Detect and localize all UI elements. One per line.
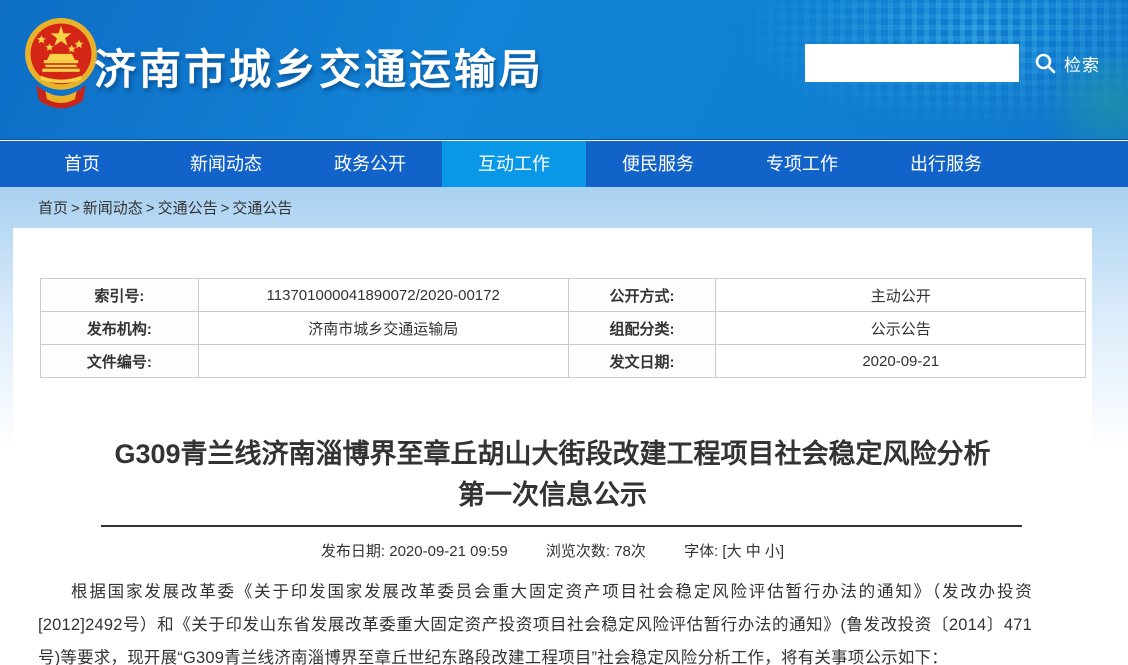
breadcrumb-current[interactable]: 交通公告 — [232, 200, 292, 217]
nav-item-public-service[interactable]: 便民服务 — [586, 141, 730, 187]
view-count: 浏览次数: 78次 — [546, 543, 646, 560]
disclosure-method-value: 主动公开 — [716, 279, 1086, 312]
search-button[interactable]: 检索 — [1033, 51, 1100, 76]
nav-item-news[interactable]: 新闻动态 — [154, 141, 298, 187]
breadcrumb-separator: > — [221, 200, 230, 217]
font-size-options: [大 中 小] — [722, 543, 784, 560]
issuing-agency-label: 发布机构: — [41, 312, 199, 345]
search-input[interactable] — [805, 44, 1019, 82]
article-title: G309青兰线济南淄博界至章丘胡山大街段改建工程项目社会稳定风险分析第一次信息公… — [101, 434, 1004, 516]
search-icon — [1033, 51, 1057, 75]
nav-item-interaction[interactable]: 互动工作 — [442, 141, 586, 187]
breadcrumb-home[interactable]: 首页 — [38, 200, 68, 217]
article-body-paragraph: 根据国家发展改革委《关于印发国家发展改革委员会重大固定资产项目社会稳定风险评估暂… — [38, 576, 1032, 665]
disclosure-method-label: 公开方式: — [568, 279, 716, 312]
site-banner: 济南市城乡交通运输局 检索 — [0, 0, 1128, 140]
issue-date-value: 2020-09-21 — [716, 345, 1086, 378]
document-number-value — [198, 345, 568, 378]
issue-date-label: 发文日期: — [568, 345, 716, 378]
table-row: 索引号: 113701000041890072/2020-00172 公开方式:… — [41, 279, 1086, 312]
search-button-label: 检索 — [1064, 51, 1100, 76]
nav-item-gov-info[interactable]: 政务公开 — [298, 141, 442, 187]
breadcrumb-separator: > — [71, 200, 80, 217]
index-number-value: 113701000041890072/2020-00172 — [198, 279, 568, 312]
category-value: 公示公告 — [716, 312, 1086, 345]
title-divider — [101, 525, 1022, 527]
breadcrumb-separator: > — [146, 200, 155, 217]
content-panel: 索引号: 113701000041890072/2020-00172 公开方式:… — [13, 228, 1092, 665]
main-nav: 首页 新闻动态 政务公开 互动工作 便民服务 专项工作 出行服务 — [0, 141, 1128, 187]
national-emblem-icon — [22, 12, 100, 116]
breadcrumb: 首页>新闻动态>交通公告>交通公告 — [38, 197, 292, 218]
nav-item-home[interactable]: 首页 — [10, 141, 154, 187]
document-info-table: 索引号: 113701000041890072/2020-00172 公开方式:… — [40, 278, 1086, 378]
table-row: 发布机构: 济南市城乡交通运输局 组配分类: 公示公告 — [41, 312, 1086, 345]
font-size-control[interactable]: 字体: [大 中 小] — [684, 543, 784, 560]
site-title: 济南市城乡交通运输局 — [94, 36, 544, 97]
table-row: 文件编号: 发文日期: 2020-09-21 — [41, 345, 1086, 378]
breadcrumb-notice[interactable]: 交通公告 — [158, 200, 218, 217]
document-number-label: 文件编号: — [41, 345, 199, 378]
breadcrumb-news[interactable]: 新闻动态 — [83, 200, 143, 217]
category-label: 组配分类: — [568, 312, 716, 345]
nav-item-travel-service[interactable]: 出行服务 — [874, 141, 1018, 187]
page: 济南市城乡交通运输局 检索 首页 新闻动态 政务公开 互动工作 便民服务 专项工… — [0, 0, 1128, 665]
nav-item-special-work[interactable]: 专项工作 — [730, 141, 874, 187]
publish-date: 发布日期: 2020-09-21 09:59 — [321, 543, 508, 560]
issuing-agency-value: 济南市城乡交通运输局 — [198, 312, 568, 345]
index-number-label: 索引号: — [41, 279, 199, 312]
article-meta: 发布日期: 2020-09-21 09:59 浏览次数: 78次 字体: [大 … — [13, 540, 1092, 561]
search-area: 检索 — [805, 44, 1100, 82]
